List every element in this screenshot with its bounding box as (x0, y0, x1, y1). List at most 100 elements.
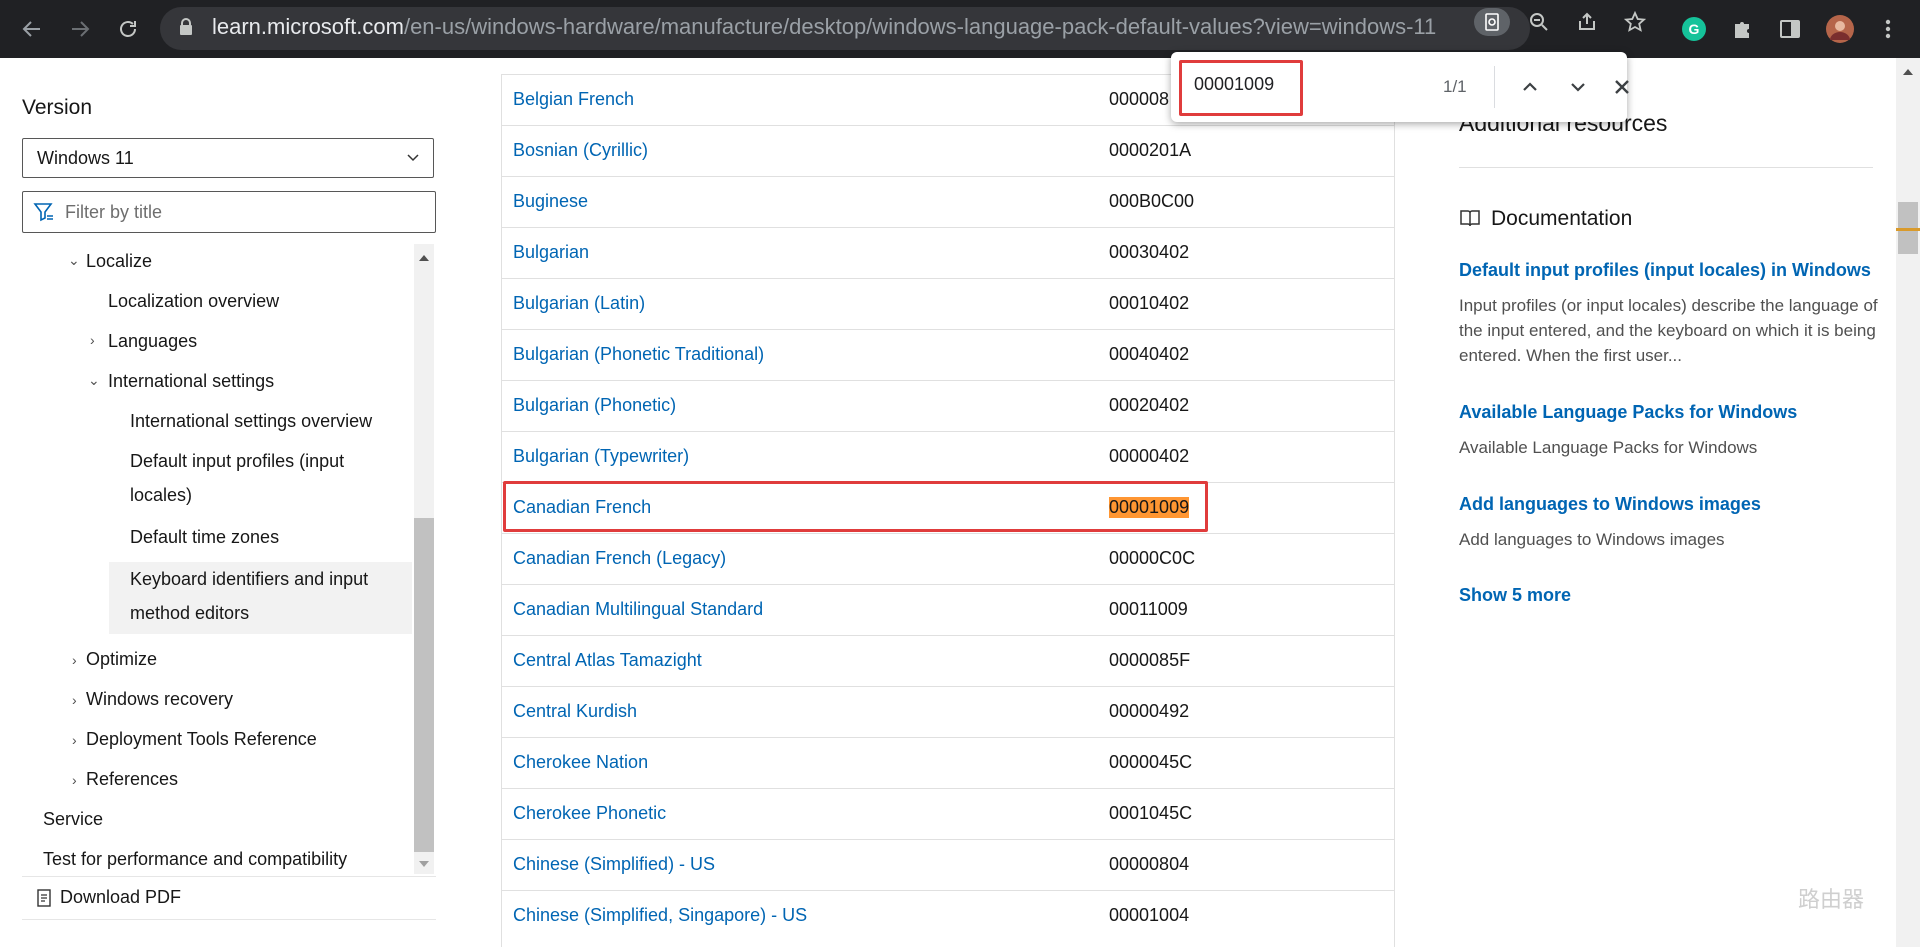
browser-toolbar: learn.microsoft.com/en-us/windows-hardwa… (0, 0, 1920, 58)
menu-dots-icon[interactable] (1872, 13, 1904, 45)
filter-input[interactable]: Filter by title (22, 191, 436, 233)
toc-item-keyboard-identifiers[interactable]: Keyboard identifiers and input (130, 562, 368, 596)
close-icon[interactable] (1610, 71, 1634, 103)
row-code: 000B0C00 (1109, 191, 1195, 211)
resource-description: Input profiles (or input locales) descri… (1459, 296, 1878, 365)
toc-item-international-settings-overview[interactable]: International settings overview (130, 404, 372, 438)
toc-item-test-performance[interactable]: Test for performance and compatibility (43, 842, 347, 874)
chevron-down-icon: ⌄ (88, 372, 100, 388)
toc-item-international-settings[interactable]: International settings (108, 364, 274, 398)
back-icon[interactable] (16, 13, 48, 45)
row-code: 0001045C (1109, 803, 1193, 823)
find-bar: 00001009 1/1 (1171, 52, 1629, 122)
highlight-annotation-box (503, 481, 1208, 532)
grammarly-icon[interactable]: G (1678, 13, 1710, 45)
row-code: 00000402 (1109, 446, 1190, 466)
version-value: Windows 11 (37, 148, 134, 168)
extensions-puzzle-icon[interactable] (1726, 13, 1758, 45)
row-name-link[interactable]: Canadian Multilingual Standard (513, 599, 763, 620)
filter-placeholder: Filter by title (65, 202, 163, 222)
resource-description: Add languages to Windows images (1459, 530, 1725, 549)
toc-item-deployment-tools[interactable]: Deployment Tools Reference (86, 722, 317, 756)
table-row: Central Kurdish 00000492 (502, 686, 1394, 738)
share-icon[interactable] (1570, 8, 1604, 36)
row-name-link[interactable]: Chinese (Simplified) - US (513, 854, 715, 875)
profile-avatar[interactable] (1824, 13, 1856, 45)
table-row: Canadian Multilingual Standard 00011009 (502, 584, 1394, 636)
row-code: 00040402 (1109, 344, 1190, 364)
row-code: 00001004 (1109, 905, 1190, 925)
row-name-link[interactable]: Bulgarian (513, 242, 589, 263)
row-code: 00020402 (1109, 395, 1190, 415)
row-name-link[interactable]: Bulgarian (Phonetic) (513, 395, 676, 416)
lock-icon (178, 17, 194, 42)
row-name-link[interactable]: Buginese (513, 191, 588, 212)
row-code: 00000C0C (1109, 548, 1196, 568)
row-name-link[interactable]: Central Kurdish (513, 701, 637, 722)
row-code: 00010402 (1109, 293, 1190, 313)
bookmark-star-icon[interactable] (1618, 8, 1652, 36)
row-code: 0000201A (1109, 140, 1192, 160)
resource-link[interactable]: Add languages to Windows images (1459, 494, 1761, 515)
table-row: Bulgarian (Latin) 00010402 (502, 278, 1394, 330)
scroll-up-icon[interactable] (418, 250, 430, 268)
row-name-link[interactable]: Bulgarian (Latin) (513, 293, 645, 314)
chevron-up-icon[interactable] (1514, 71, 1546, 103)
forward-icon[interactable] (64, 13, 96, 45)
show-more-link[interactable]: Show 5 more (1459, 585, 1571, 606)
url-text: learn.microsoft.com/en-us/windows-hardwa… (212, 14, 1437, 39)
row-code: 00011009 (1109, 599, 1188, 619)
resource-link[interactable]: Available Language Packs for Windows (1459, 402, 1797, 423)
row-code: 0000045C (1109, 752, 1193, 772)
chevron-right-icon: › (90, 332, 95, 348)
toc-item-default-time-zones[interactable]: Default time zones (130, 520, 279, 554)
toc-item-default-input-profiles-cont[interactable]: locales) (130, 478, 192, 512)
row-name-link[interactable]: Chinese (Simplified, Singapore) - US (513, 905, 807, 926)
chevron-right-icon: › (72, 692, 77, 708)
row-name-link[interactable]: Central Atlas Tamazight (513, 650, 702, 671)
version-select[interactable]: Windows 11 (22, 138, 434, 178)
page-scrollbar[interactable] (1896, 58, 1920, 947)
download-pdf-button[interactable]: Download PDF (22, 876, 436, 920)
toc-item-localize[interactable]: Localize (86, 244, 152, 278)
row-name-link[interactable]: Cherokee Phonetic (513, 803, 666, 824)
row-code: 00000804 (1109, 854, 1190, 874)
find-input-annotation-box (1179, 60, 1303, 116)
reload-icon[interactable] (112, 13, 144, 45)
row-code: 0000085F (1109, 650, 1191, 670)
row-name-link[interactable]: Cherokee Nation (513, 752, 648, 773)
side-panel-icon[interactable] (1774, 13, 1806, 45)
row-name-link[interactable]: Bosnian (Cyrillic) (513, 140, 648, 161)
toc-item-languages[interactable]: Languages (108, 324, 197, 358)
toc-item-keyboard-identifiers-cont[interactable]: method editors (130, 596, 249, 630)
toc-scroll-thumb[interactable] (414, 518, 434, 852)
zoom-icon[interactable] (1522, 8, 1556, 36)
toc-item-localization-overview[interactable]: Localization overview (108, 284, 279, 318)
scroll-up-icon[interactable] (1902, 64, 1914, 82)
find-match-count: 1/1 (1443, 77, 1467, 96)
version-label: Version (22, 96, 93, 119)
find-in-page-icon[interactable] (1474, 8, 1510, 36)
toc-item-references[interactable]: References (86, 762, 178, 796)
chevron-down-icon[interactable] (1562, 71, 1594, 103)
scroll-down-icon[interactable] (418, 856, 430, 874)
resource-link[interactable]: Default input profiles (input locales) i… (1459, 260, 1871, 281)
table-row: Cherokee Phonetic 0001045C (502, 788, 1394, 840)
row-name-link[interactable]: Bulgarian (Typewriter) (513, 446, 689, 467)
toc-item-default-input-profiles[interactable]: Default input profiles (input (130, 444, 344, 478)
toc-item-service[interactable]: Service (43, 802, 103, 836)
chevron-right-icon: › (72, 652, 77, 668)
documentation-heading: Documentation (1491, 207, 1633, 230)
row-name-link[interactable]: Bulgarian (Phonetic Traditional) (513, 344, 764, 365)
toc-item-optimize[interactable]: Optimize (86, 642, 157, 676)
table-row: Canadian French (Legacy) 00000C0C (502, 533, 1394, 585)
table-row: Bulgarian (Typewriter) 00000402 (502, 431, 1394, 483)
toc-item-windows-recovery[interactable]: Windows recovery (86, 682, 233, 716)
divider (1459, 167, 1873, 168)
table-row: Bulgarian (Phonetic) 00020402 (502, 380, 1394, 432)
table-row: Bulgarian (Phonetic Traditional) 00040402 (502, 329, 1394, 381)
row-name-link[interactable]: Belgian French (513, 89, 634, 110)
resource-description: Available Language Packs for Windows (1459, 438, 1758, 457)
row-name-link[interactable]: Canadian French (Legacy) (513, 548, 726, 569)
watermark: 路由器 (1798, 887, 1865, 912)
